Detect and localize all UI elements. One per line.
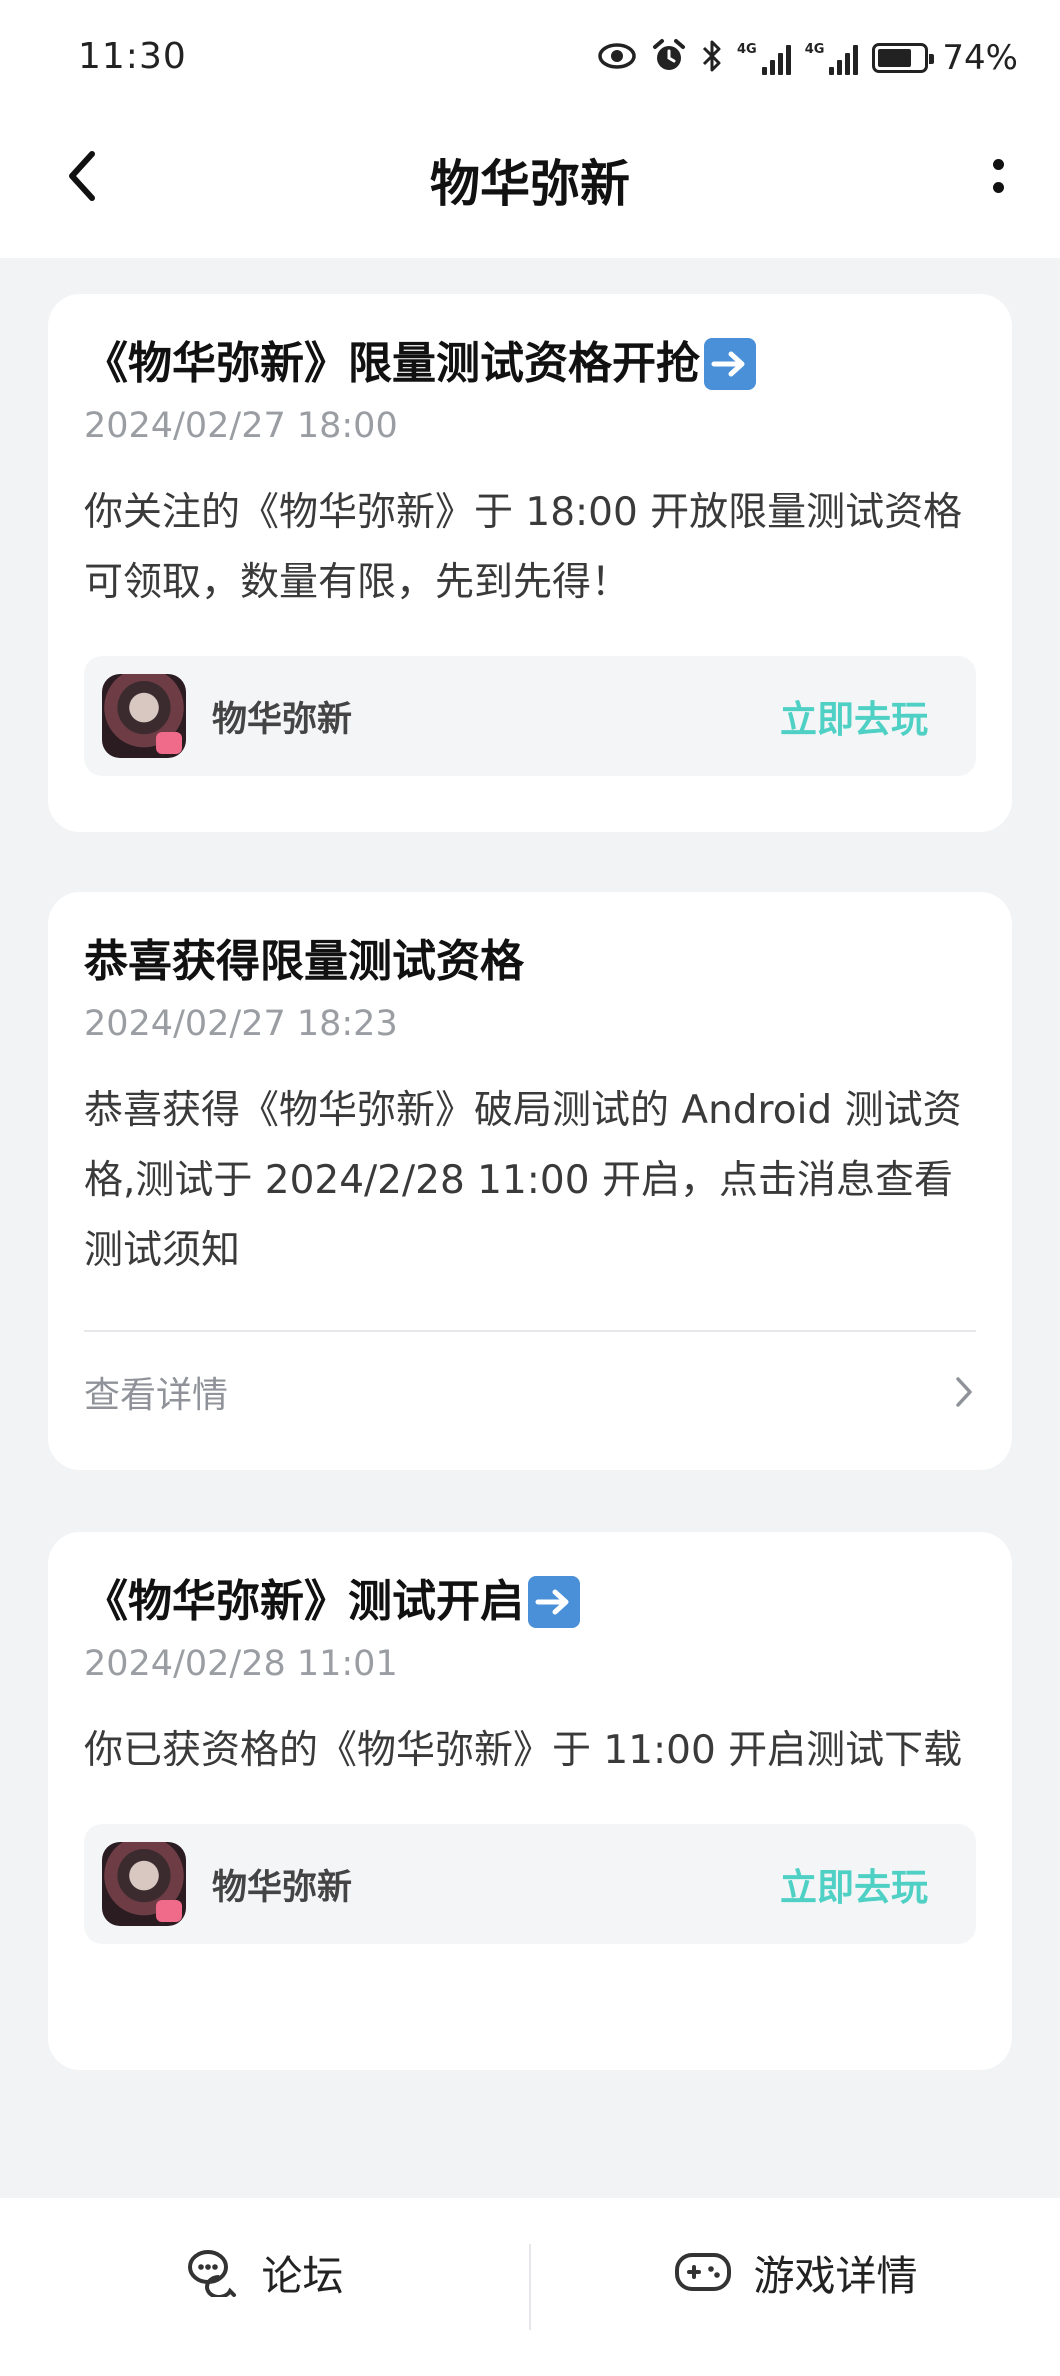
message-body: 你关注的《物华弥新》于 18:00 开放限量测试资格可领取，数量有限，先到先得！ <box>84 490 963 605</box>
play-now-button[interactable]: 立即去玩 <box>780 689 928 743</box>
game-app-icon <box>102 674 186 758</box>
game-badge-icon <box>156 1900 182 1922</box>
battery-percent: 74% <box>942 38 1018 78</box>
game-row[interactable]: 物华弥新 立即去玩 <box>84 1824 976 1944</box>
gamepad-icon <box>674 2253 731 2291</box>
game-app-icon <box>102 1842 186 1926</box>
game-badge-icon <box>156 732 182 754</box>
status-time: 11:30 <box>78 36 187 77</box>
message-body: 你已获资格的《物华弥新》于 11:00 开启测试下载 <box>84 1728 963 1773</box>
message-time: 2024/02/27 18:00 <box>84 406 398 446</box>
game-name: 物华弥新 <box>212 1867 353 1908</box>
message-time: 2024/02/28 11:01 <box>84 1644 398 1684</box>
message-card[interactable]: 恭喜获得限量测试资格 2024/02/27 18:23 恭喜获得《物华弥新》破局… <box>48 892 1012 1470</box>
message-title: 恭喜获得限量测试资格 <box>84 936 524 987</box>
status-bar: 11:30 4G 4G 74% <box>0 0 1060 118</box>
network-type-label: 4G <box>736 42 757 57</box>
alarm-icon <box>651 38 687 78</box>
status-icons: 4G 4G 74% <box>597 36 1018 80</box>
arrow-right-icon <box>704 338 756 390</box>
tab-forum[interactable]: 论坛 <box>0 2198 529 2376</box>
tab-game-details[interactable]: 游戏详情 <box>531 2198 1060 2376</box>
bluetooth-icon <box>701 39 723 77</box>
forum-icon <box>187 2250 236 2297</box>
network-type-label-2: 4G <box>804 42 825 57</box>
game-row[interactable]: 物华弥新 立即去玩 <box>84 656 976 776</box>
page-title: 物华弥新 <box>430 155 630 213</box>
header: 物华弥新 <box>0 118 1060 258</box>
message-title-text: 《物华弥新》测试开启 <box>84 1576 524 1627</box>
message-time: 2024/02/27 18:23 <box>84 1004 398 1044</box>
more-options-button[interactable] <box>976 146 1020 206</box>
message-title-text: 《物华弥新》限量测试资格开抢 <box>84 338 700 389</box>
tab-forum-label: 论坛 <box>261 2252 344 2300</box>
message-card[interactable]: 《物华弥新》测试开启 2024/02/28 11:01 你已获资格的《物华弥新》… <box>48 1532 1012 2070</box>
arrow-right-icon <box>528 1576 580 1628</box>
bottom-tab-bar: 论坛 游戏详情 <box>0 2198 1060 2376</box>
play-now-button[interactable]: 立即去玩 <box>780 1857 928 1911</box>
message-body: 恭喜获得《物华弥新》破局测试的 Android 测试资格,测试于 2024/2/… <box>84 1088 962 1273</box>
signal-icon: 4G <box>737 41 791 75</box>
view-details-label: 查看详情 <box>84 1375 229 1416</box>
signal-icon-2: 4G <box>805 41 859 75</box>
view-details-row[interactable]: 查看详情 <box>84 1332 976 1452</box>
tab-game-details-label: 游戏详情 <box>753 2252 918 2300</box>
more-dot-icon <box>992 159 1004 170</box>
battery-icon <box>872 43 935 73</box>
eye-icon <box>597 41 637 75</box>
more-dot-icon <box>992 182 1004 193</box>
message-card[interactable]: 《物华弥新》限量测试资格开抢 2024/02/27 18:00 你关注的《物华弥… <box>48 294 1012 832</box>
chevron-right-icon <box>956 1377 972 1407</box>
game-name: 物华弥新 <box>212 699 353 740</box>
message-title: 《物华弥新》测试开启 <box>84 1532 976 1632</box>
message-title: 《物华弥新》限量测试资格开抢 <box>84 294 976 394</box>
